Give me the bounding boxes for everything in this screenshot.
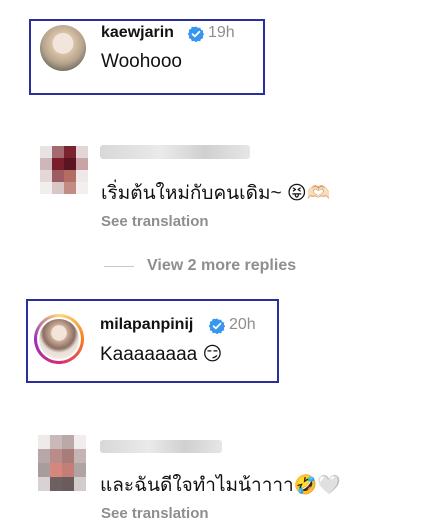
comment-text: และฉันดีใจทำไมน้าาาา🤣🤍 xyxy=(100,475,342,496)
username-blurred[interactable] xyxy=(100,440,222,453)
comment-text: Woohooo xyxy=(101,51,182,72)
username-kaewjarin[interactable]: kaewjarin xyxy=(101,24,174,42)
comment-text: Kaaaaaaaa 😏 xyxy=(100,344,223,365)
comment-time: 19h xyxy=(208,24,235,41)
avatar-blurred[interactable] xyxy=(40,146,88,194)
see-translation-link[interactable]: See translation xyxy=(101,213,209,230)
avatar-milapanpinij[interactable] xyxy=(34,314,84,364)
see-translation-link[interactable]: See translation xyxy=(101,505,209,522)
verified-badge-icon xyxy=(209,318,225,334)
comment-text: เริ่มต้นใหม่กับคนเดิม~ 😝🫶🏻 xyxy=(101,183,331,204)
username-blurred[interactable] xyxy=(100,145,250,159)
comment-time: 20h xyxy=(229,316,256,333)
view-more-replies-button[interactable]: View 2 more replies xyxy=(147,257,296,275)
verified-badge-icon xyxy=(188,26,204,42)
username-milapanpinij[interactable]: milapanpinij xyxy=(100,316,193,334)
view-more-divider xyxy=(104,266,134,267)
avatar-kaewjarin[interactable] xyxy=(40,25,86,71)
avatar-blurred[interactable] xyxy=(38,435,86,491)
